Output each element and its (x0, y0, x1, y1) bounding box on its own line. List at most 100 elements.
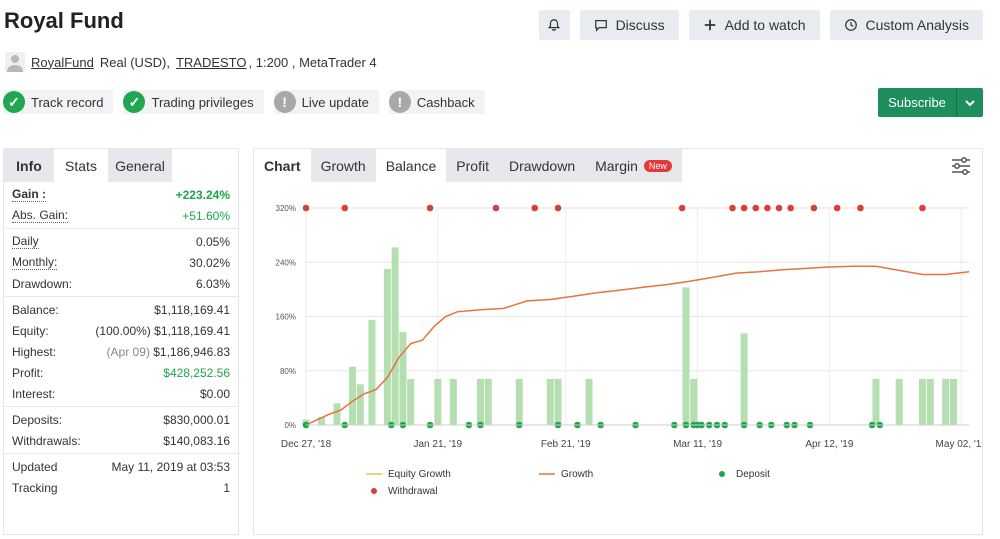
chart-settings-button[interactable] (950, 155, 972, 177)
bell-icon (548, 19, 561, 31)
exclamation-icon: ! (388, 91, 411, 113)
legend-swatch (719, 471, 725, 477)
bar (515, 378, 523, 425)
account-name-link[interactable]: RoyalFund (31, 55, 94, 70)
subscribe-dropdown-button[interactable] (956, 88, 983, 117)
badge-label: Cashback (416, 94, 475, 110)
user-icon (7, 55, 23, 72)
highest-value: $1,186,946.83 (153, 344, 230, 359)
withdrawal-point (302, 204, 310, 212)
bar (383, 269, 391, 425)
check-icon: ✓ (3, 91, 25, 113)
badge-track-record[interactable]: ✓ Track record (3, 90, 114, 114)
tab-chart[interactable]: Chart (254, 149, 311, 182)
bar (484, 378, 492, 425)
y-tick-label: 80% (280, 367, 296, 376)
y-tick-label: 0% (284, 421, 296, 430)
bar (368, 319, 376, 425)
withdrawals-value: $140,083.16 (163, 433, 230, 448)
abs-gain-value: +51.60% (182, 208, 230, 223)
withdrawal-point (426, 204, 434, 212)
highest-label: Highest: (12, 344, 57, 359)
withdrawal-point (919, 204, 926, 212)
legend-label: Deposit (736, 469, 770, 480)
withdrawal-point (341, 204, 349, 212)
deposits-value: $830,000.01 (163, 412, 230, 427)
stats-panel: Info Stats General Gain : +223.24% Abs. G… (3, 148, 239, 535)
deposits-label: Deposits: (12, 412, 63, 427)
y-tick-label: 320% (276, 204, 296, 213)
bar (554, 378, 562, 425)
check-icon: ✓ (123, 91, 146, 113)
profit-value: $428,252.56 (163, 365, 230, 380)
account-type: Real (USD), (99, 54, 170, 70)
bar (585, 378, 593, 425)
top-actions: Discuss Add to watch Custom Analysis (538, 10, 983, 40)
badges: ✓ Track record ✓ Trading privileges ! Li… (3, 90, 485, 114)
stats-tabs: Info Stats General (4, 149, 238, 182)
badge-trading-privileges[interactable]: ✓ Trading privileges (123, 90, 264, 114)
bar (356, 384, 364, 425)
bar (476, 378, 484, 425)
withdrawal-point (729, 204, 736, 212)
bar (391, 247, 399, 425)
bar (918, 378, 926, 425)
gain-label: Gain : (12, 187, 47, 202)
daily-value: 0.05% (195, 234, 230, 249)
subscribe-button[interactable]: Subscribe (878, 88, 983, 117)
balance-value: $1,118,169.41 (154, 302, 230, 317)
bar (872, 378, 880, 425)
custom-analysis-label: Custom Analysis (865, 17, 969, 33)
daily-label: Daily (12, 234, 39, 249)
tab-balance[interactable]: Balance (375, 149, 447, 182)
tab-margin[interactable]: Margin New (585, 149, 682, 182)
withdrawal-point (531, 204, 539, 212)
tracking-label: Tracking (12, 480, 58, 495)
gain-group: Gain : +223.24% Abs. Gain: +51.60% (4, 182, 238, 228)
subscribe-label[interactable]: Subscribe (878, 88, 956, 117)
y-tick-label: 240% (276, 258, 296, 267)
highest-date: (Apr 09) (106, 344, 150, 359)
withdrawal-point (833, 204, 841, 212)
legend-label: Equity Growth (388, 469, 451, 480)
withdrawal-point (492, 204, 500, 212)
x-tick-label: Dec 27, '18 (281, 439, 332, 450)
tab-growth[interactable]: Growth (310, 149, 376, 182)
withdrawals-label: Withdrawals: (12, 433, 81, 448)
bar (546, 378, 554, 425)
x-tick-label: Apr 12, '19 (805, 439, 853, 450)
bar (449, 378, 457, 425)
avatar (5, 52, 25, 72)
add-to-watch-button[interactable]: Add to watch (688, 10, 820, 40)
updated-label: Updated (12, 459, 58, 474)
legend-label: Growth (561, 469, 593, 480)
monthly-label: Monthly: (12, 255, 58, 270)
notifications-button[interactable] (538, 10, 570, 40)
tab-info[interactable]: Info (4, 149, 54, 182)
bar (740, 333, 748, 425)
broker-link[interactable]: TRADESTO (176, 55, 247, 70)
x-tick-label: Feb 21, '19 (541, 439, 591, 450)
tab-drawdown[interactable]: Drawdown (498, 149, 586, 182)
badge-label: Track record (31, 94, 104, 110)
tab-profit[interactable]: Profit (446, 149, 499, 182)
badge-live-update[interactable]: ! Live update (273, 90, 379, 114)
rates-group: Daily 0.05% Monthly: 30.02% Drawdown: 6.03% (4, 228, 238, 296)
tab-general[interactable]: General (108, 149, 172, 182)
balance-label: Balance: (12, 302, 59, 317)
x-tick-label: Mar 11, '19 (673, 439, 722, 450)
badge-cashback[interactable]: ! Cashback (388, 90, 485, 114)
interest-value: $0.00 (199, 386, 230, 401)
new-badge: New (643, 159, 672, 172)
updated-value: May 11, 2019 at 03:53 (111, 459, 230, 474)
bar (349, 366, 357, 425)
profit-label: Profit: (12, 365, 44, 380)
tab-margin-label: Margin (595, 157, 638, 174)
tab-stats[interactable]: Stats (54, 149, 108, 182)
bar (682, 287, 690, 425)
discuss-label: Discuss (615, 17, 665, 33)
discuss-button[interactable]: Discuss (579, 10, 679, 40)
custom-analysis-button[interactable]: Custom Analysis (829, 10, 983, 40)
bar (407, 378, 415, 425)
chart-tabs: Chart Growth Balance Profit Drawdown Mar… (254, 149, 982, 182)
